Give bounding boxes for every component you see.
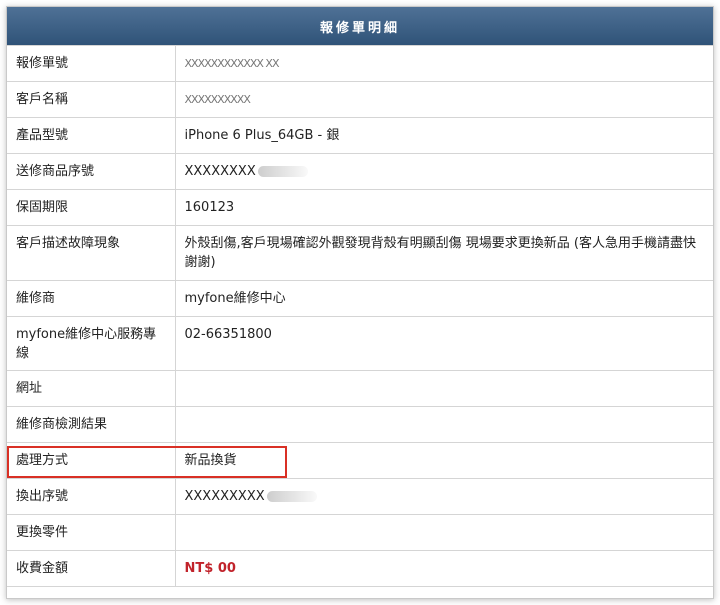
table-row: 處理方式 新品換貨 xyxy=(7,442,713,479)
table-row: 客戶名稱 XXXXXXXXXX xyxy=(7,81,713,118)
fee-amount: NT$ 00 xyxy=(184,561,236,576)
table-row: 報修單號 XXXXXXXXXXXX XX xyxy=(7,45,713,82)
table-row: 換出序號 XXXXXXXXX xyxy=(7,478,713,515)
row-value: iPhone 6 Plus_64GB - 銀 xyxy=(174,117,713,154)
row-label: 客戶名稱 xyxy=(7,81,176,118)
repair-detail-panel: 報修單明細 報修單號 XXXXXXXXXXXX XX 客戶名稱 XXXXXXXX… xyxy=(6,6,714,599)
table-row: 保固期限 160123 xyxy=(7,189,713,226)
masked-text: XXXXXXXXXX xyxy=(184,93,251,106)
row-label: 維修商 xyxy=(7,280,176,317)
table-row: 客戶描述故障現象 外殼刮傷,客戶現場確認外觀發現背殼有明顯刮傷 現場要求更換新品… xyxy=(7,225,713,281)
row-label: 客戶描述故障現象 xyxy=(7,225,176,281)
panel-header: 報修單明細 xyxy=(7,7,713,45)
row-value: NT$ 00 xyxy=(174,550,713,587)
row-value: 02-66351800 xyxy=(174,316,713,371)
row-value: myfone維修中心 xyxy=(174,280,713,317)
row-value: 新品換貨 xyxy=(174,442,713,479)
row-value xyxy=(174,514,713,551)
row-value xyxy=(174,406,713,443)
detail-table: 報修單號 XXXXXXXXXXXX XX 客戶名稱 XXXXXXXXXX 產品型… xyxy=(7,45,713,587)
blur-mask xyxy=(266,491,317,502)
row-label: 維修商檢測結果 xyxy=(7,406,176,443)
masked-text: XXXXXXXXXXXX XX xyxy=(184,57,280,70)
table-row: 收費金額 NT$ 00 xyxy=(7,550,713,587)
row-value: 外殼刮傷,客戶現場確認外觀發現背殼有明顯刮傷 現場要求更換新品 (客人急用手機請… xyxy=(174,225,713,281)
blur-mask xyxy=(257,166,308,177)
table-row: 維修商檢測結果 xyxy=(7,406,713,443)
row-label: 送修商品序號 xyxy=(7,153,176,190)
serial-text: XXXXXXXX xyxy=(184,164,256,179)
row-value xyxy=(174,370,713,407)
row-label: 產品型號 xyxy=(7,117,176,154)
row-value: XXXXXXXXX xyxy=(174,478,713,515)
row-label: 報修單號 xyxy=(7,45,176,82)
row-label: 換出序號 xyxy=(7,478,176,515)
row-label: 更換零件 xyxy=(7,514,176,551)
row-label: 保固期限 xyxy=(7,189,176,226)
panel-title: 報修單明細 xyxy=(319,20,400,36)
row-label: 網址 xyxy=(7,370,176,407)
row-value: XXXXXXXX xyxy=(174,153,713,190)
table-row: 網址 xyxy=(7,370,713,407)
table-row: 更換零件 xyxy=(7,514,713,551)
table-row: 產品型號 iPhone 6 Plus_64GB - 銀 xyxy=(7,117,713,154)
row-label: myfone維修中心服務專線 xyxy=(7,316,176,371)
row-label: 處理方式 xyxy=(7,442,176,479)
serial-text: XXXXXXXXX xyxy=(184,489,265,504)
row-value: XXXXXXXXXXXX XX xyxy=(174,45,713,82)
table-row: 送修商品序號 XXXXXXXX xyxy=(7,153,713,190)
table-row: myfone維修中心服務專線 02-66351800 xyxy=(7,316,713,371)
table-row: 維修商 myfone維修中心 xyxy=(7,280,713,317)
row-value: XXXXXXXXXX xyxy=(174,81,713,118)
row-value: 160123 xyxy=(174,189,713,226)
row-label: 收費金額 xyxy=(7,550,176,587)
